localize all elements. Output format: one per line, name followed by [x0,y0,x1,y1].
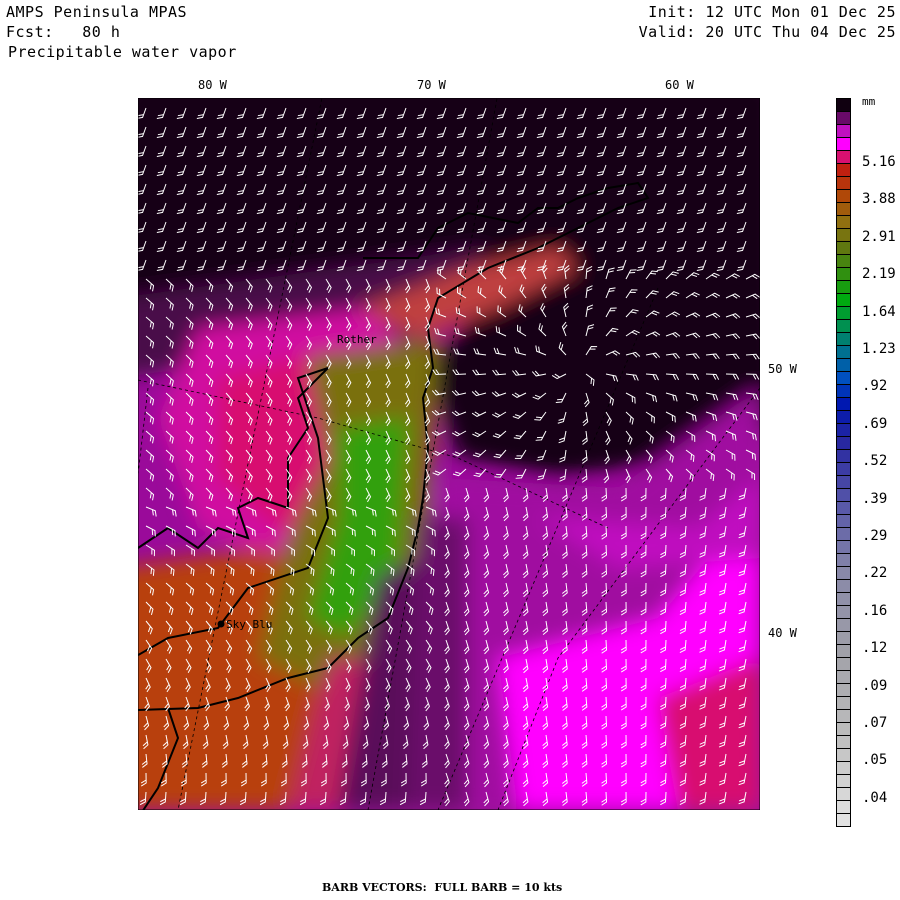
lat-label-50: 50 W [768,362,797,376]
colorbar-cell [836,163,851,176]
colorbar-label: 1.64 [862,303,896,320]
place-rothera: Rother [337,333,377,346]
colorbar-cell [836,488,851,501]
valid-time: Valid: 20 UTC Thu 04 Dec 25 [638,23,896,41]
colorbar-cell [836,254,851,267]
colorbar-label: .22 [862,565,888,582]
colorbar-label: .12 [862,640,888,657]
precipitable-water-map: Rother Sky Blu [138,98,760,810]
lon-label-60w: 60 W [665,78,694,92]
colorbar-cell [836,293,851,306]
colorbar-cell [836,449,851,462]
colorbar-cell [836,748,851,761]
colorbar-cell [836,462,851,475]
colorbar-label: 1.23 [862,341,896,357]
colorbar-cell [836,566,851,579]
colorbar-label: .69 [862,415,888,432]
barb-legend: BARB VECTORS: FULL BARB = 10 kts [322,881,563,894]
colorbar-cell [836,644,851,657]
colorbar-label: .05 [862,752,888,769]
colorbar-cell [836,189,851,202]
colorbar-label: .39 [862,490,888,507]
colorbar-cell [836,618,851,631]
forecast-hour: Fcst: 80 h [6,23,121,41]
colorbar-cell [836,592,851,605]
place-label-sky-blu: Sky Blu [226,618,272,631]
model-title: AMPS Peninsula MPAS [6,3,188,21]
colorbar-cell [836,267,851,280]
lon-label-80w: 80 W [198,78,227,92]
colorbar-label: 3.88 [862,191,896,208]
colorbar-cell [836,813,851,827]
colorbar-cell [836,800,851,813]
colorbar-cell [836,371,851,384]
colorbar-cell [836,306,851,319]
colorbar-cell [836,280,851,293]
colorbar-label: .04 [862,789,888,806]
colorbar-cell [836,683,851,696]
colorbar-cell [836,761,851,774]
colorbar-cell [836,670,851,683]
colorbar-cell [836,176,851,189]
colorbar-cell [836,410,851,423]
colorbar-cell [836,735,851,748]
colorbar-cell [836,241,851,254]
colorbar-cell [836,111,851,124]
colorbar-cell [836,345,851,358]
colorbar-label: 2.91 [862,228,896,245]
colorbar-cell [836,540,851,553]
place-sky-blu: Sky Blu [217,618,272,631]
colorbar-cell [836,358,851,371]
colorbar-label: 5.16 [862,154,896,170]
station-marker [217,620,225,628]
colorbar-cell [836,605,851,618]
colorbar-cell [836,657,851,670]
place-label-rothera: Rother [337,333,377,346]
colorbar-cell [836,202,851,215]
colorbar-label: .52 [862,453,888,470]
colorbar-cell [836,631,851,644]
lat-label-40: 40 W [768,626,797,640]
colorbar-cell [836,397,851,410]
colorbar-cell [836,436,851,449]
colorbar-unit: mm [862,95,876,108]
field-name: Precipitable water vapor [8,43,237,61]
colorbar-cell [836,527,851,540]
colorbar-cell [836,709,851,722]
colorbar-cell [836,137,851,150]
colorbar-cell [836,384,851,397]
colorbar-label: .92 [862,378,888,395]
colorbar-cell [836,124,851,137]
colorbar-label: .07 [862,715,888,731]
colorbar-cell [836,98,851,111]
init-time: Init: 12 UTC Mon 01 Dec 25 [648,3,896,21]
colorbar [836,98,851,827]
colorbar-label: 2.19 [862,266,896,283]
colorbar-cell [836,228,851,241]
colorbar-cell [836,696,851,709]
colorbar-cell [836,722,851,735]
colorbar-cell [836,787,851,800]
colorbar-cell [836,319,851,332]
colorbar-cell [836,150,851,163]
colorbar-cell [836,774,851,787]
colorbar-label: .09 [862,677,888,694]
colorbar-label: .16 [862,602,888,619]
colorbar-cell [836,514,851,527]
colorbar-cell [836,423,851,436]
colorbar-cell [836,215,851,228]
lon-label-70w: 70 W [417,78,446,92]
colorbar-cell [836,475,851,488]
colorbar-label: .29 [862,528,888,544]
colorbar-cell [836,553,851,566]
colorbar-cell [836,332,851,345]
colorbar-cell [836,579,851,592]
colorbar-cell [836,501,851,514]
